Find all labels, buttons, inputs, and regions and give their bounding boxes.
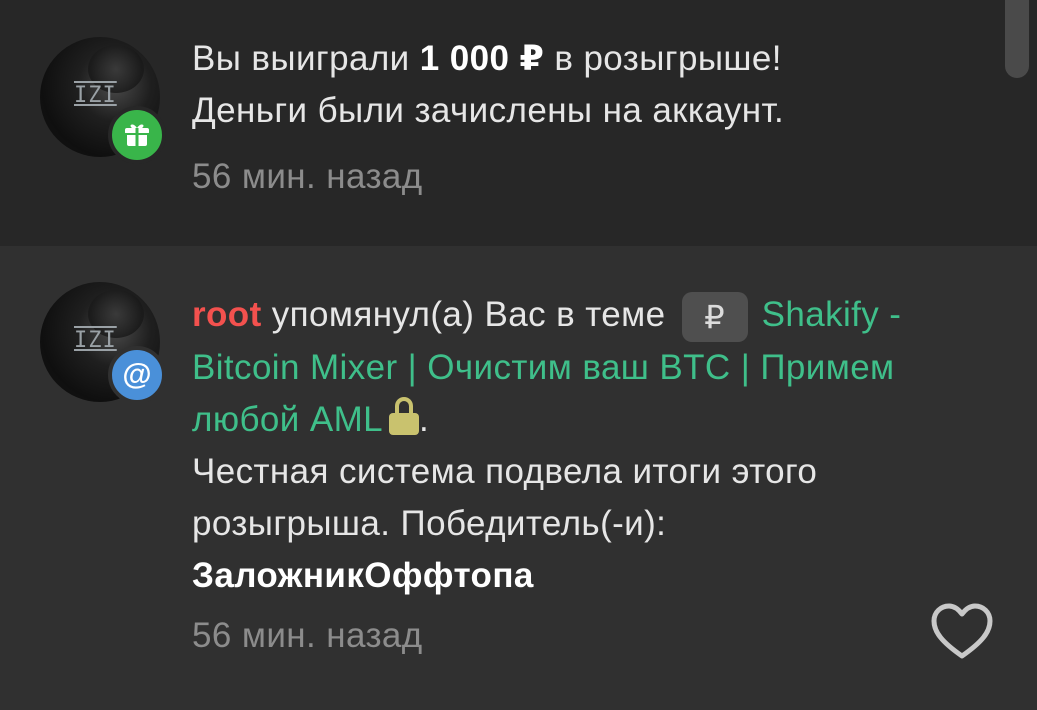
notification-item[interactable]: IZI Вы выиграли 1 000 ₽ в розыгрыше! Ден…: [0, 0, 1037, 246]
notification-text: Вы выиграли 1 000 ₽ в розыгрыше! Деньги …: [192, 33, 992, 137]
lock-icon: [389, 396, 420, 435]
message-prefix: Вы выиграли: [192, 39, 420, 78]
avatar-logo: IZI: [74, 83, 117, 108]
timestamp: 56 мин. назад: [192, 616, 423, 655]
prize-amount: 1 000 ₽: [419, 39, 545, 78]
like-button[interactable]: [930, 602, 994, 662]
body-text: Честная система подвела итоги этого розы…: [192, 451, 818, 543]
winner-name: ЗаложникОффтопа: [192, 555, 534, 595]
gift-icon: [125, 124, 149, 146]
thread-prefix-badge: ₽: [681, 291, 748, 342]
mention-badge: @: [108, 346, 166, 404]
heart-icon: [931, 603, 993, 659]
message-line2: Деньги были зачислены на аккаунт.: [192, 91, 785, 130]
notification-text: root упомянул(а) Вас в теме ₽ Shakify - B…: [192, 289, 982, 602]
timestamp: 56 мин. назад: [192, 157, 423, 196]
period: .: [419, 399, 430, 439]
notifications-screen: IZI Вы выиграли 1 000 ₽ в розыгрыше! Ден…: [0, 0, 1037, 710]
scrollbar[interactable]: [1005, 0, 1029, 78]
gift-badge: [108, 106, 166, 164]
mention-action: упомянул(а) Вас в теме: [261, 295, 676, 334]
at-icon: @: [122, 358, 152, 391]
notification-item[interactable]: IZI @ root упомянул(а) Вас в теме ₽ Shaki…: [0, 246, 1037, 710]
username-link[interactable]: root: [192, 295, 262, 334]
avatar-logo: IZI: [74, 328, 117, 353]
message-suffix: в розыгрыше!: [544, 39, 782, 78]
